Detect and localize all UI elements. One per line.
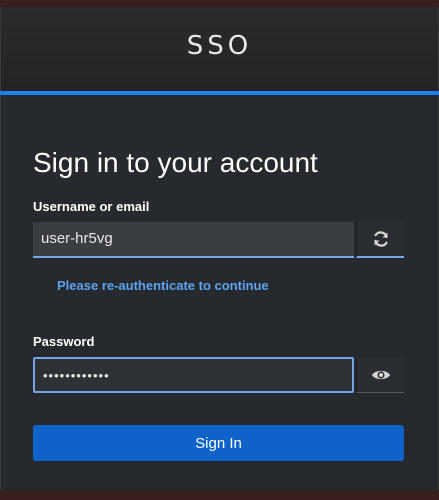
brand-logo-text: SSO — [186, 31, 253, 61]
page-title: Sign in to your account — [33, 147, 318, 178]
reauthenticate-link[interactable]: Please re-authenticate to continue — [57, 278, 269, 293]
login-page: SSO Sign in to your account Username or … — [0, 0, 439, 500]
top-window-edge — [0, 0, 439, 7]
password-label: Password — [33, 334, 95, 349]
password-field[interactable]: •••••••••••• — [33, 357, 354, 393]
header-banner: SSO — [0, 7, 439, 91]
refresh-icon — [373, 231, 388, 247]
refresh-username-button[interactable] — [356, 222, 404, 258]
sign-in-button[interactable]: Sign In — [33, 425, 404, 461]
bottom-window-edge — [0, 490, 439, 500]
username-input-group: user-hr5vg — [33, 222, 404, 258]
username-label: Username or email — [33, 199, 150, 214]
eye-icon — [371, 370, 390, 379]
username-field[interactable]: user-hr5vg — [33, 222, 354, 258]
password-input-group: •••••••••••• — [33, 357, 404, 393]
show-password-button[interactable] — [356, 357, 404, 393]
